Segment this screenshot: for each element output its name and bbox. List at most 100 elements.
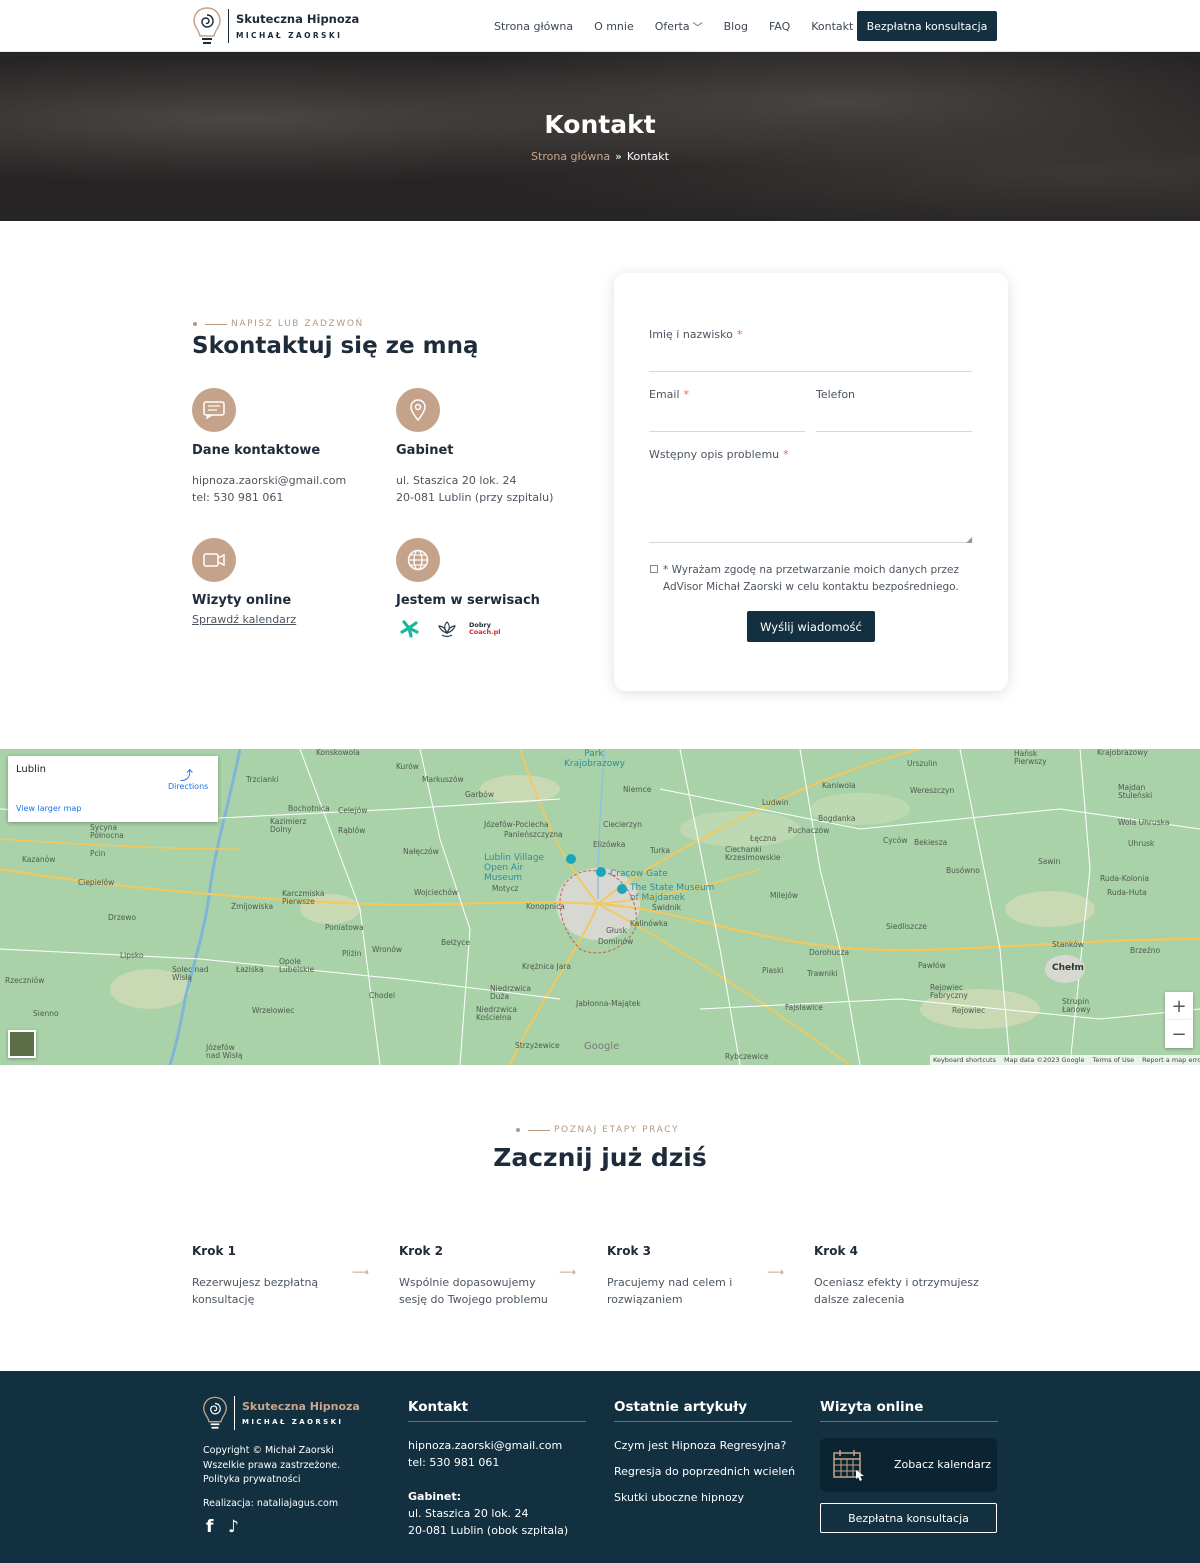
map-town: Poniatowa [325,923,364,932]
name-field[interactable] [649,371,972,372]
map-town: Wronów [372,945,403,954]
directions-link[interactable]: Directions [168,782,208,791]
resize-handle-icon[interactable]: ◢ [966,535,972,544]
map-zoom-in-button[interactable]: + [1165,992,1193,1020]
map-town: Wola Uhruska [1118,818,1170,827]
nav-contact[interactable]: Kontakt [811,20,853,33]
map-town: Niedrzwica Kościelna [476,1005,518,1022]
map-town: Pcin [90,849,106,858]
send-message-button[interactable]: Wyślij wiadomość [747,611,875,642]
map-town: Uhrusk [1128,839,1155,848]
main-nav: Strona główna O mnie Oferta ﹀ Blog FAQ Ko… [494,0,874,52]
credit-link[interactable]: Realizacja: nataliajagus.com [203,1497,338,1512]
map-town: Ciepielów [78,878,115,887]
map-town: Majdan Stuleński [1118,783,1153,800]
copyright-text: Copyright © Michał Zaorski [203,1445,334,1456]
problem-textarea[interactable] [649,542,972,543]
map-town: Karczmiska Pierwsze [282,889,325,906]
privacy-policy-link[interactable]: Polityka prywatności [203,1474,301,1485]
map-town: Motycz [492,884,519,893]
map-city-chelm: Chełm [1052,963,1084,973]
map-town: Ludwin [762,798,789,807]
nav-blog[interactable]: Blog [724,20,748,33]
satellite-toggle[interactable] [8,1030,36,1058]
map-town: Trawniki [807,969,838,978]
nav-home[interactable]: Strona główna [494,20,573,33]
footer-article-link[interactable]: Czym jest Hipnoza Regresyjna? [614,1437,786,1454]
dobrycoach-logo[interactable]: Dobry Coach.pl [469,622,500,635]
map-town: Konopnica [526,902,565,911]
office-address-line1: ul. Staszica 20 lok. 24 [396,474,517,487]
dobrycoach-domain: Coach.pl [469,627,501,636]
phone-field[interactable] [816,431,972,432]
footer-logo[interactable]: Skuteczna Hipnoza MICHAŁ ZAORSKI [202,1395,360,1431]
map-poi-cracow-gate[interactable]: Cracow Gate [610,869,668,879]
view-larger-map-link[interactable]: View larger map [16,804,81,813]
consent-checkbox[interactable] [650,565,658,573]
znanylekarz-logo[interactable] [400,620,420,642]
site-logo[interactable]: Skuteczna Hipnoza MICHAŁ ZAORSKI [192,6,359,46]
breadcrumb-current: Kontakt [626,150,669,163]
footer-article-link[interactable]: Skutki uboczne hipnozy [614,1489,744,1506]
terms-link[interactable]: Terms of Use [1092,1056,1134,1064]
footer-free-consultation-button[interactable]: Bezpłatna konsultacja [820,1503,997,1533]
nav-about[interactable]: O mnie [594,20,634,33]
step-arrow-icon: ⟶ [559,1265,577,1279]
required-mark: * [783,448,789,461]
see-calendar-button[interactable]: Zobacz kalendarz [820,1438,997,1492]
map-town: Sienno [33,1009,59,1018]
contact-email-link[interactable]: hipnoza.zaorski@gmail.com [192,474,346,487]
problem-field-label: Wstępny opis problemu * [649,448,789,461]
map-poi-majdanek[interactable]: The State Museum of Majdanek [630,883,720,903]
map-poi-park[interactable]: Park Krajobrazowy [564,749,625,769]
map-attribution: Keyboard shortcuts Map data ©2023 Google… [930,1055,1200,1065]
keyboard-shortcuts-link[interactable]: Keyboard shortcuts [933,1056,996,1064]
location-map[interactable]: Konskowola Trzcianki Kurów Markuszów Gar… [0,749,1200,1065]
map-town: Ruda-Huta [1107,888,1147,897]
step-1-title: Krok 1 [192,1244,236,1258]
footer-divider [820,1421,998,1422]
nav-faq[interactable]: FAQ [769,20,790,33]
map-zoom-out-button[interactable]: − [1165,1020,1193,1048]
tiktok-icon[interactable]: ♪ [228,1517,239,1537]
check-calendar-link[interactable]: Sprawdź kalendarz [192,613,296,626]
footer-legal: Copyright © Michał Zaorski Wszelkie praw… [203,1444,340,1488]
map-town: Ciecierzyn [603,820,642,829]
map-town: Kalinówka [630,919,668,928]
footer-contact-info: hipnoza.zaorski@gmail.com tel: 530 981 0… [408,1437,562,1471]
office-badge [396,388,440,432]
steps-kicker: POZNAJ ETAPY PRACY [516,1125,679,1135]
map-place-name: Lublin [16,764,46,775]
map-town: Łęczna [750,834,777,843]
step-arrow-icon: ⟶ [767,1265,785,1279]
footer-office-line1: ul. Staszica 20 lok. 24 [408,1507,529,1520]
footer-phone-link[interactable]: tel: 530 981 061 [408,1456,499,1469]
map-town: Bochotnica [288,804,330,813]
map-town: Nałęczów [403,847,439,856]
nav-offer-label: Oferta [654,19,690,33]
map-town: Ruda-Kolonia [1100,874,1149,883]
map-town: Hańsk Pierwszy [1014,749,1047,766]
contact-form: Imię i nazwisko * Email * Telefon Wstępny … [614,273,1008,691]
map-town: Garbów [465,790,494,799]
map-town: Świdnik [652,903,681,912]
footer-email-link[interactable]: hipnoza.zaorski@gmail.com [408,1439,562,1452]
step-4-title: Krok 4 [814,1244,858,1258]
report-error-link[interactable]: Report a map error [1142,1056,1200,1064]
lightbulb-spiral-icon [193,7,221,44]
free-consultation-button[interactable]: Bezpłatna konsultacja [857,11,997,41]
contact-phone-link[interactable]: tel: 530 981 061 [192,491,283,504]
map-poi-open-air-museum[interactable]: Lublin Village Open Air Museum [484,853,564,883]
map-place-card: Lublin ⤴ Directions View larger map [8,756,218,822]
services-title: Jestem w serwisach [396,593,540,608]
breadcrumb-home-link[interactable]: Strona główna [531,150,610,163]
lotus-icon [438,621,456,638]
map-town: Solec nad Wisłą [172,965,209,982]
email-field[interactable] [649,431,805,432]
nav-offer[interactable]: Oferta ﹀ [655,19,703,34]
lotus-service-logo[interactable] [437,619,457,643]
footer-article-link[interactable]: Regresja do poprzednich wcieleń [614,1463,795,1480]
step-2-text: Wspólnie dopasowujemy sesję do Twojego p… [399,1276,548,1306]
facebook-icon[interactable]: f [206,1517,213,1537]
map-town: Łaziska [236,965,264,974]
